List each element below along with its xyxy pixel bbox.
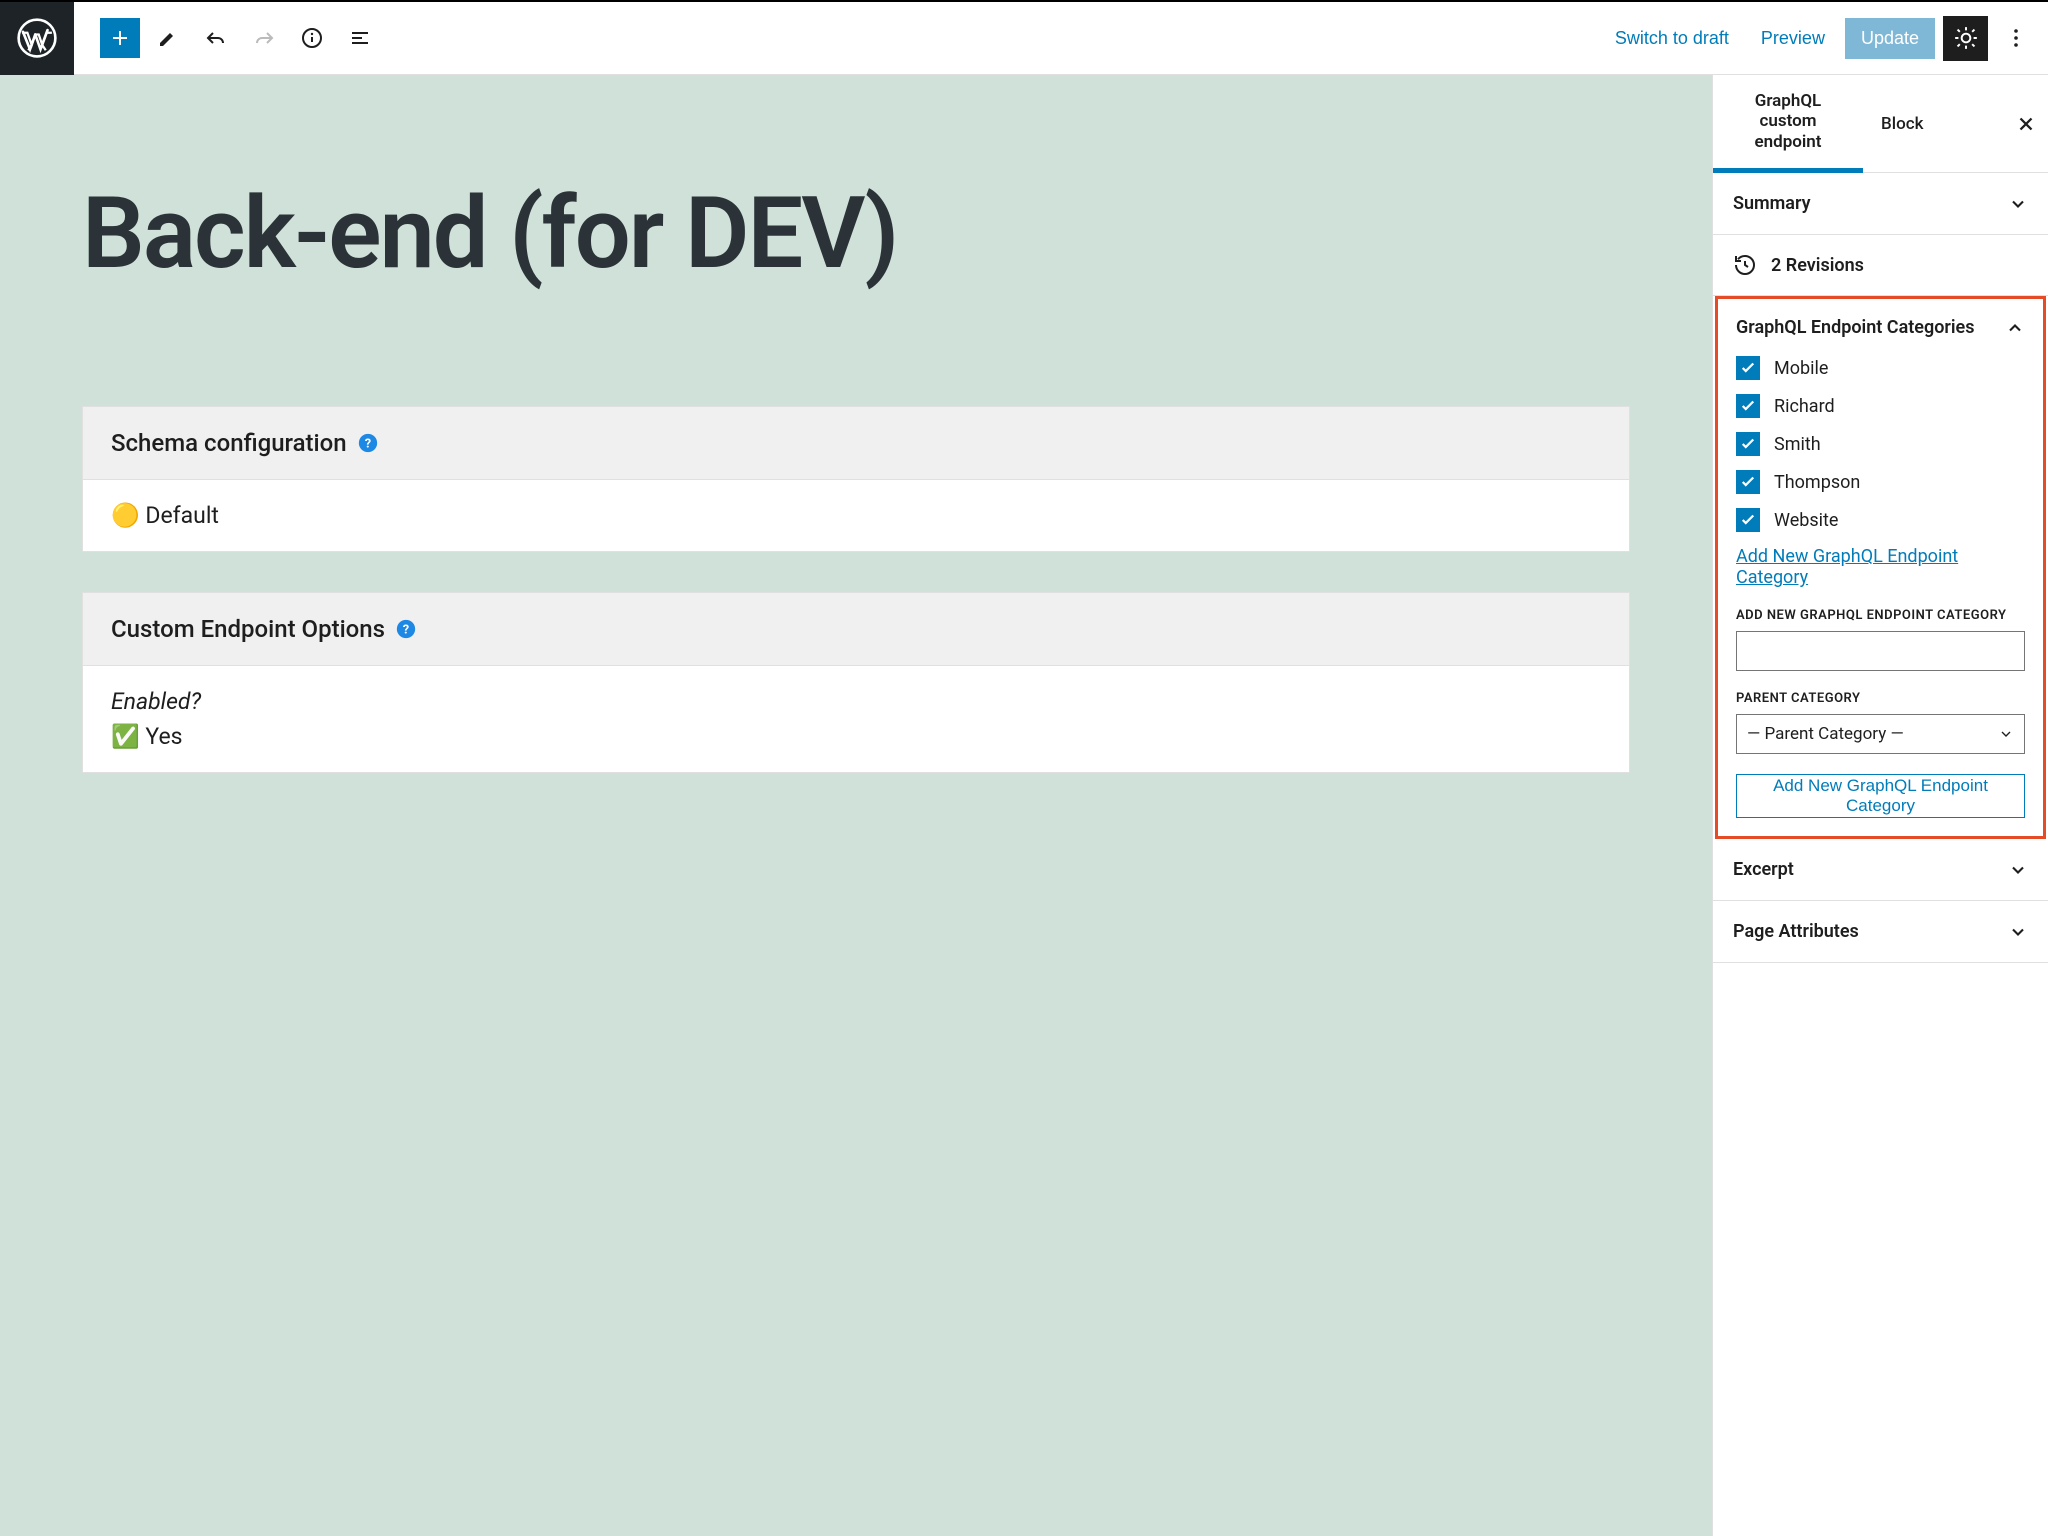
summary-label: Summary: [1733, 193, 1811, 214]
chevron-down-icon: [2008, 922, 2028, 942]
revisions-row[interactable]: 2 Revisions: [1713, 235, 2048, 296]
page-title[interactable]: Back-end (for DEV): [82, 175, 1630, 294]
revisions-label: 2 Revisions: [1771, 255, 1864, 276]
checkbox-website[interactable]: [1736, 508, 1760, 532]
redo-button[interactable]: [244, 18, 284, 58]
update-button[interactable]: Update: [1845, 18, 1935, 59]
checkbox-mobile[interactable]: [1736, 356, 1760, 380]
category-label: Thompson: [1774, 472, 1860, 493]
outline-button[interactable]: [340, 18, 380, 58]
topbar: Switch to draft Preview Update: [0, 0, 2048, 75]
more-menu-button[interactable]: [1996, 18, 2036, 58]
add-new-category-link[interactable]: Add New GraphQL Endpoint Category: [1736, 546, 2025, 588]
summary-section: Summary: [1713, 173, 2048, 235]
schema-config-header: Schema configuration ?: [83, 407, 1629, 480]
schema-config-body: 🟡 Default: [83, 480, 1629, 551]
endpoint-options-body: Enabled? ✅ Yes: [83, 666, 1629, 772]
toolbar-left: [74, 18, 380, 58]
parent-category-label: PARENT CATEGORY: [1736, 691, 2025, 706]
schema-value: Default: [145, 502, 219, 529]
preview-button[interactable]: Preview: [1749, 20, 1837, 57]
category-checkbox-row: Mobile: [1736, 356, 2025, 380]
categories-section: GraphQL Endpoint Categories Mobile Richa…: [1718, 299, 2043, 818]
svg-text:?: ?: [403, 622, 409, 637]
wordpress-logo[interactable]: [0, 2, 74, 75]
category-checkbox-row: Thompson: [1736, 470, 2025, 494]
add-category-field-label: ADD NEW GRAPHQL ENDPOINT CATEGORY: [1736, 608, 2025, 623]
categories-highlighted-box: GraphQL Endpoint Categories Mobile Richa…: [1715, 296, 2046, 839]
schema-config-panel: Schema configuration ? 🟡 Default: [82, 406, 1630, 552]
checkbox-richard[interactable]: [1736, 394, 1760, 418]
parent-category-select[interactable]: — Parent Category —: [1736, 714, 2025, 754]
page-attributes-section: Page Attributes: [1713, 901, 2048, 963]
excerpt-header[interactable]: Excerpt: [1713, 839, 2048, 900]
schema-config-title: Schema configuration: [111, 429, 347, 457]
parent-category-value: — Parent Category —: [1747, 724, 1904, 744]
new-category-input[interactable]: [1736, 631, 2025, 671]
history-icon: [1733, 253, 1757, 277]
category-label: Website: [1774, 510, 1838, 531]
tab-block[interactable]: Block: [1863, 98, 1941, 150]
page-attributes-header[interactable]: Page Attributes: [1713, 901, 2048, 962]
category-label: Richard: [1774, 396, 1835, 417]
add-category-button[interactable]: Add New GraphQL Endpoint Category: [1736, 774, 2025, 818]
editor-canvas: Back-end (for DEV) Schema configuration …: [0, 75, 1712, 1536]
switch-to-draft-button[interactable]: Switch to draft: [1603, 20, 1741, 57]
enabled-icon: ✅: [111, 723, 140, 750]
chevron-down-icon: [1998, 726, 2014, 742]
chevron-down-icon: [2008, 860, 2028, 880]
settings-button[interactable]: [1943, 16, 1988, 61]
excerpt-label: Excerpt: [1733, 859, 1794, 880]
chevron-down-icon: [2008, 194, 2028, 214]
excerpt-section: Excerpt: [1713, 839, 2048, 901]
enabled-label: Enabled?: [111, 688, 1601, 715]
add-block-button[interactable]: [100, 18, 140, 58]
summary-header[interactable]: Summary: [1713, 173, 2048, 234]
checkbox-thompson[interactable]: [1736, 470, 1760, 494]
endpoint-options-panel: Custom Endpoint Options ? Enabled? ✅ Yes: [82, 592, 1630, 773]
edit-tools-button[interactable]: [148, 18, 188, 58]
tab-graphql-endpoint[interactable]: GraphQL custom endpoint: [1713, 75, 1863, 173]
chevron-up-icon: [2005, 318, 2025, 338]
schema-value-icon: 🟡: [111, 502, 140, 529]
close-sidebar-button[interactable]: [2004, 102, 2048, 146]
toolbar-right: Switch to draft Preview Update: [1603, 16, 2048, 61]
categories-title: GraphQL Endpoint Categories: [1736, 317, 1975, 338]
sidebar-tabs: GraphQL custom endpoint Block: [1713, 75, 2048, 173]
svg-text:?: ?: [364, 436, 370, 451]
page-attributes-label: Page Attributes: [1733, 921, 1859, 942]
endpoint-options-title: Custom Endpoint Options: [111, 615, 385, 643]
help-icon[interactable]: ?: [357, 432, 379, 454]
endpoint-options-header: Custom Endpoint Options ?: [83, 593, 1629, 666]
categories-header[interactable]: GraphQL Endpoint Categories: [1736, 317, 2025, 338]
help-icon[interactable]: ?: [395, 618, 417, 640]
enabled-value: Yes: [145, 723, 182, 750]
category-label: Mobile: [1774, 358, 1828, 379]
category-checkbox-row: Smith: [1736, 432, 2025, 456]
sidebar: GraphQL custom endpoint Block Summary 2 …: [1712, 75, 2048, 1536]
main-area: Back-end (for DEV) Schema configuration …: [0, 75, 2048, 1536]
category-label: Smith: [1774, 434, 1821, 455]
checkbox-smith[interactable]: [1736, 432, 1760, 456]
category-checkbox-row: Richard: [1736, 394, 2025, 418]
category-checkbox-row: Website: [1736, 508, 2025, 532]
info-button[interactable]: [292, 18, 332, 58]
undo-button[interactable]: [196, 18, 236, 58]
